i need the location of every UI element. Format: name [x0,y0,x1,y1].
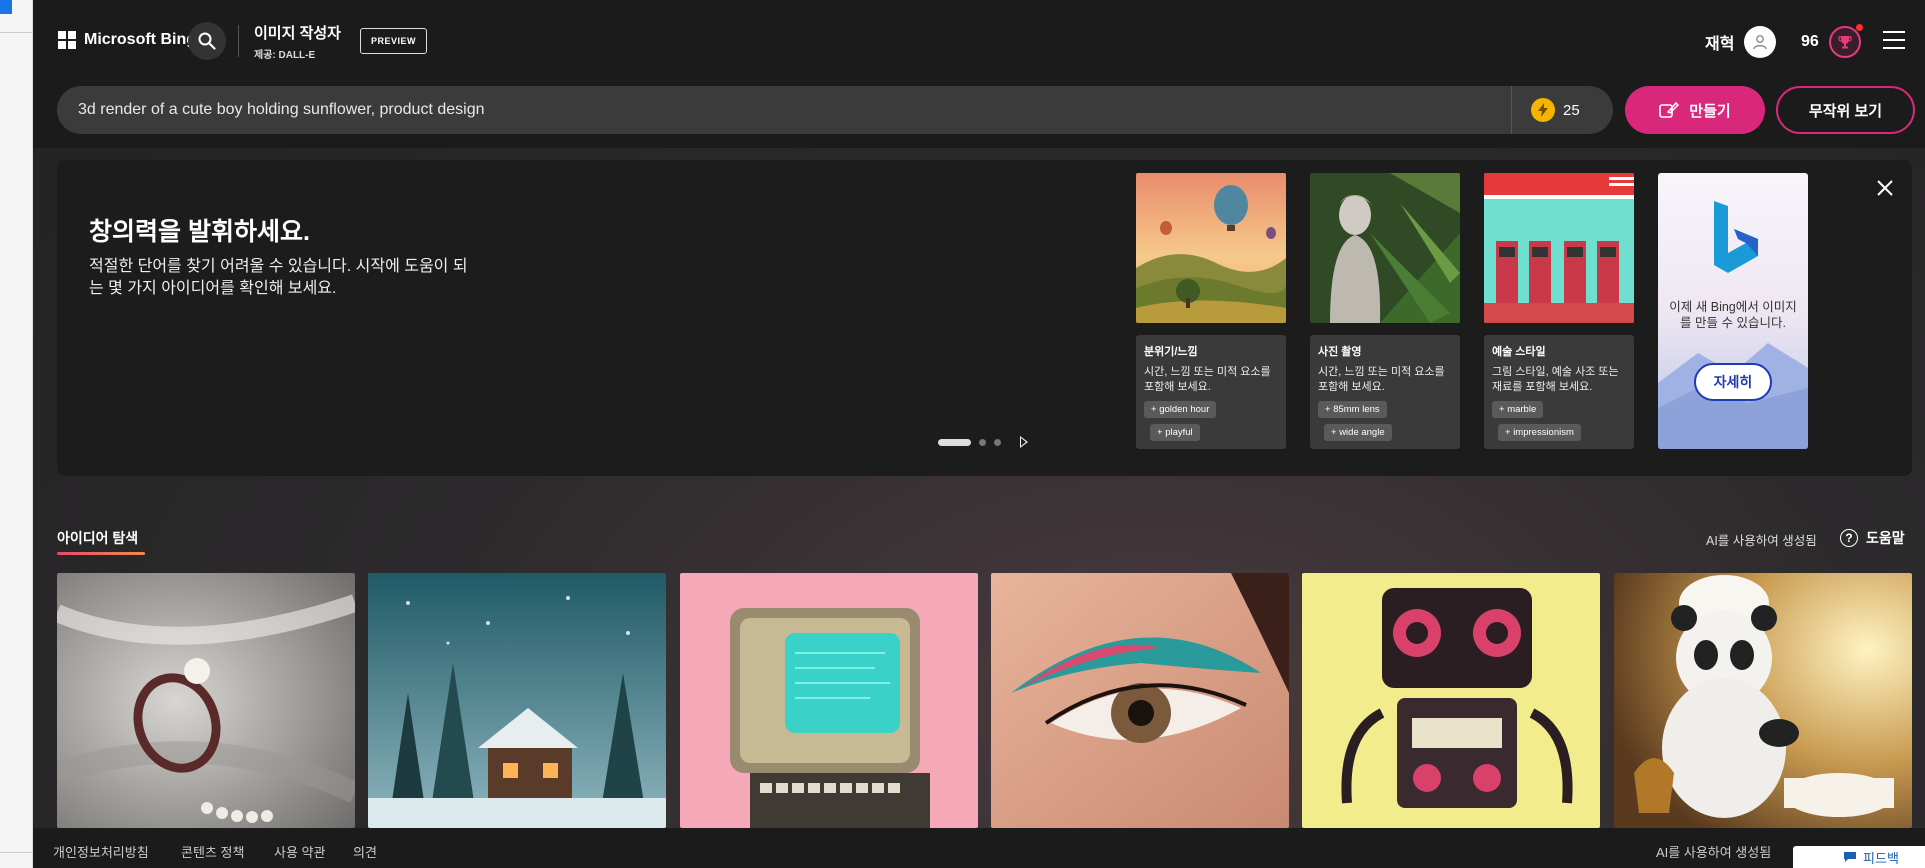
windows-logo-icon [58,31,76,49]
prompt-bar: 3d render of a cute boy holding sunflowe… [33,82,1925,148]
footer-link-terms[interactable]: 사용 약관 [274,842,325,861]
create-button[interactable]: 만들기 [1625,86,1765,134]
idea-info: 분위기/느낌 시간, 느낌 또는 미적 요소를 포함해 보세요. + golde… [1136,335,1286,449]
preview-badge: PREVIEW [360,28,428,54]
help-icon: ? [1840,529,1858,547]
idea-card-photography[interactable]: 사진 촬영 시간, 느낌 또는 미적 요소를 포함해 보세요. + 85mm l… [1310,173,1460,449]
help-label: 도움말 [1866,530,1905,546]
idea-chip[interactable]: + playful [1150,424,1200,441]
chat-bubble-icon [1844,852,1857,862]
gallery-image-panda-chef[interactable] [1614,573,1912,828]
feedback-button[interactable]: 피드백 [1793,846,1925,868]
page-subtitle: 제공: DALL-E [254,50,316,61]
left-window-strip [0,0,33,868]
carousel-next-icon[interactable] [1020,436,1028,448]
gallery-image-retro-computer[interactable] [680,573,978,828]
user-avatar-icon [1753,35,1768,50]
page: Microsoft Bing 이미지 작성자 제공: DALL-E PREVIE… [0,0,1925,868]
idea-chip[interactable]: + marble [1492,401,1544,418]
active-tab-indicator [57,552,145,555]
carousel-dot-active[interactable] [938,439,971,446]
ideas-banner: 창의력을 발휘하세요. 적절한 단어를 찾기 어려울 수 있습니다. 시작에 도… [57,160,1912,476]
surprise-me-button[interactable]: 무작위 보기 [1776,86,1915,134]
page-title-block: 이미지 작성자 제공: DALL-E [254,22,341,61]
idea-card-mood[interactable]: 분위기/느낌 시간, 느낌 또는 미적 요소를 포함해 보세요. + golde… [1136,173,1286,449]
idea-description: 그림 스타일, 예술 사조 또는 재료를 포함해 보세요. [1492,366,1619,393]
carousel-dot[interactable] [979,439,986,446]
idea-chip[interactable]: + 85mm lens [1318,401,1387,418]
idea-description: 시간, 느낌 또는 미적 요소를 포함해 보세요. [1144,366,1271,393]
user-name: 재혁 [1705,36,1735,53]
banner-title: 창의력을 발휘하세요. [89,218,310,246]
footer-ai-generated-label: AI를 사용하여 생성됨 [1656,845,1772,860]
idea-image-statue [1310,173,1460,323]
close-icon[interactable] [1875,178,1895,198]
prompt-input-value: 3d render of a cute boy holding sunflowe… [78,101,485,118]
footer-link-feedback[interactable]: 의견 [353,842,377,861]
window-edge-marker [0,0,12,14]
help-button[interactable]: ? 도움말 [1840,528,1905,548]
idea-chip[interactable]: + wide angle [1324,424,1392,441]
notification-dot [1855,24,1863,31]
create-button-label: 만들기 [1689,102,1731,120]
idea-image-gas-station [1484,173,1634,323]
footer: 개인정보처리방침 콘텐츠 정책 사용 약관 의견 AI를 사용하여 생성됨 피드… [33,828,1925,868]
gallery-image-robot[interactable] [1302,573,1600,828]
brand-name: Microsoft Bing [84,31,196,48]
search-button[interactable] [188,22,226,60]
top-header: Microsoft Bing 이미지 작성자 제공: DALL-E PREVIE… [33,0,1925,82]
feedback-label: 피드백 [1863,850,1899,866]
idea-card-art-style[interactable]: 예술 스타일 그림 스타일, 예술 사조 또는 재료를 포함해 보세요. + m… [1484,173,1634,449]
gallery-image-eye-makeup[interactable] [991,573,1289,828]
idea-chip[interactable]: + impressionism [1498,424,1581,441]
footer-link-content-policy[interactable]: 콘텐츠 정책 [181,842,244,861]
new-bing-promo-card: 이제 새 Bing에서 이미지를 만들 수 있습니다. 자세히 [1658,173,1808,449]
gallery-image-ring[interactable] [57,573,355,828]
rewards-points: 96 [1801,33,1819,50]
idea-title: 사진 촬영 [1318,346,1362,358]
rewards-button[interactable]: 96 [1801,24,1863,58]
gallery-image-cabin[interactable] [368,573,666,828]
footer-link-privacy[interactable]: 개인정보처리방침 [53,842,149,861]
promo-text: 이제 새 Bing에서 이미지를 만들 수 있습니다. [1669,300,1797,330]
banner-description: 적절한 단어를 찾기 어려울 수 있습니다. 시작에 도움이 되는 몇 가지 아… [89,258,468,297]
page-title: 이미지 작성자 [254,25,341,42]
lightning-icon [1531,98,1555,122]
create-brush-icon [1659,101,1680,118]
learn-more-button[interactable]: 자세히 [1694,363,1772,401]
idea-description: 시간, 느낌 또는 미적 요소를 포함해 보세요. [1318,366,1445,393]
tab-explore-ideas[interactable]: 아이디어 탐색 [57,528,138,548]
avatar [1744,26,1777,58]
boost-count: 25 [1563,101,1580,119]
bing-logo-icon [1714,201,1758,273]
search-icon [198,32,216,50]
boost-counter[interactable]: 25 [1531,98,1580,122]
carousel-pagination [938,439,1001,446]
idea-image-balloons [1136,173,1286,323]
ai-generated-label: AI를 사용하여 생성됨 [1706,534,1817,548]
idea-title: 분위기/느낌 [1144,346,1198,358]
carousel-dot[interactable] [994,439,1001,446]
prompt-input[interactable]: 3d render of a cute boy holding sunflowe… [57,86,1613,134]
user-profile-button[interactable]: 재혁 [1705,26,1777,58]
rewards-trophy-icon [1828,24,1863,58]
bing-logo-link[interactable]: Microsoft Bing [58,31,196,49]
idea-chip[interactable]: + golden hour [1144,401,1217,418]
idea-info: 예술 스타일 그림 스타일, 예술 사조 또는 재료를 포함해 보세요. + m… [1484,335,1634,449]
idea-title: 예술 스타일 [1492,346,1546,358]
idea-info: 사진 촬영 시간, 느낌 또는 미적 요소를 포함해 보세요. + 85mm l… [1310,335,1460,449]
hamburger-menu-icon[interactable] [1883,31,1905,49]
